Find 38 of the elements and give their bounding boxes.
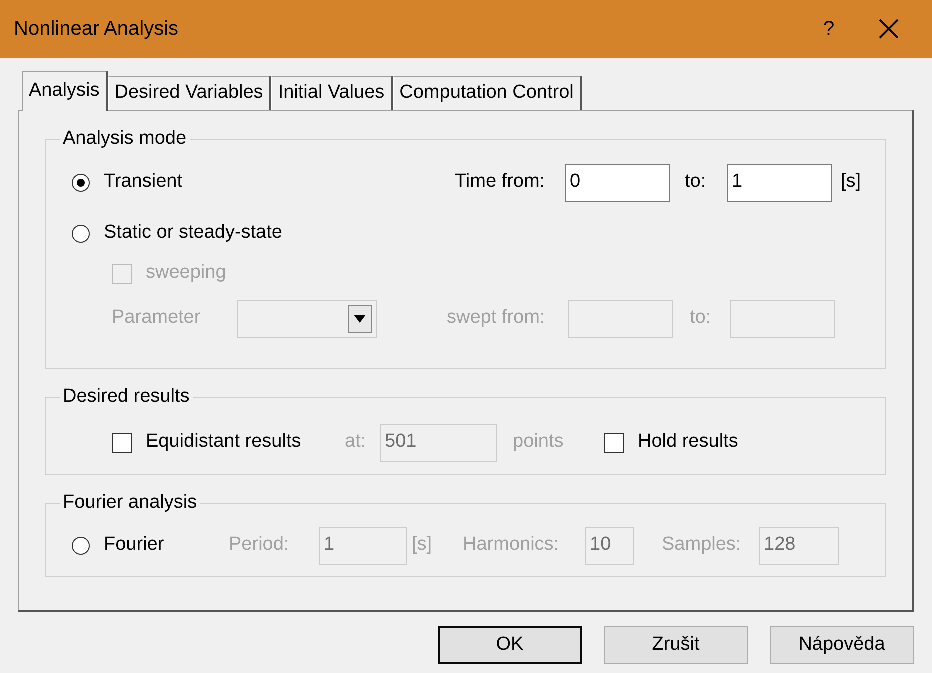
radio-button[interactable] [72, 536, 90, 554]
help-button[interactable]: ? [804, 9, 854, 49]
dialog-button[interactable]: Zrušit [604, 626, 748, 664]
window-title: Nonlinear Analysis [14, 17, 180, 42]
field-label: at: [345, 430, 368, 454]
dialog-button[interactable]: OK [438, 626, 582, 664]
group-title: Analysis mode [62, 127, 188, 151]
group-title: Fourier analysis [62, 491, 198, 515]
checkbox-label: Equidistant results [146, 430, 302, 454]
radio-label: Transient [104, 170, 182, 194]
tab[interactable]: Initial Values [271, 76, 393, 110]
field-label: Harmonics: [463, 533, 560, 558]
field-label: to: [690, 306, 712, 330]
tab[interactable]: Analysis [22, 71, 108, 111]
dialog-button[interactable]: Nápověda [770, 626, 914, 664]
checkbox[interactable] [112, 432, 132, 452]
field-label: Samples: [662, 533, 742, 558]
radio-label: Fourier [104, 533, 164, 558]
checkbox-label: Hold results [638, 430, 738, 454]
radio-label: Static or steady-state [104, 221, 282, 246]
text-field[interactable]: 0 [565, 164, 670, 202]
field-label: points [513, 430, 565, 454]
tab[interactable]: Desired Variables [108, 76, 272, 110]
checkbox-label: sweeping [146, 261, 226, 286]
checkbox[interactable] [604, 432, 624, 452]
field-label: to: [685, 170, 708, 194]
field-label: Time from: [455, 170, 546, 194]
close-icon [878, 18, 900, 40]
unit-label: [s] [841, 170, 862, 194]
field-label: Period: [229, 533, 290, 558]
field-label: swept from: [447, 306, 546, 330]
field-label: [s] [412, 533, 434, 558]
group-title: Desired results [62, 385, 191, 409]
text-field[interactable]: 1 [727, 164, 832, 202]
radio-button[interactable] [72, 224, 90, 242]
field-label: Parameter [112, 306, 202, 330]
tab[interactable]: Computation Control [392, 76, 582, 110]
radio-button[interactable] [72, 174, 90, 192]
